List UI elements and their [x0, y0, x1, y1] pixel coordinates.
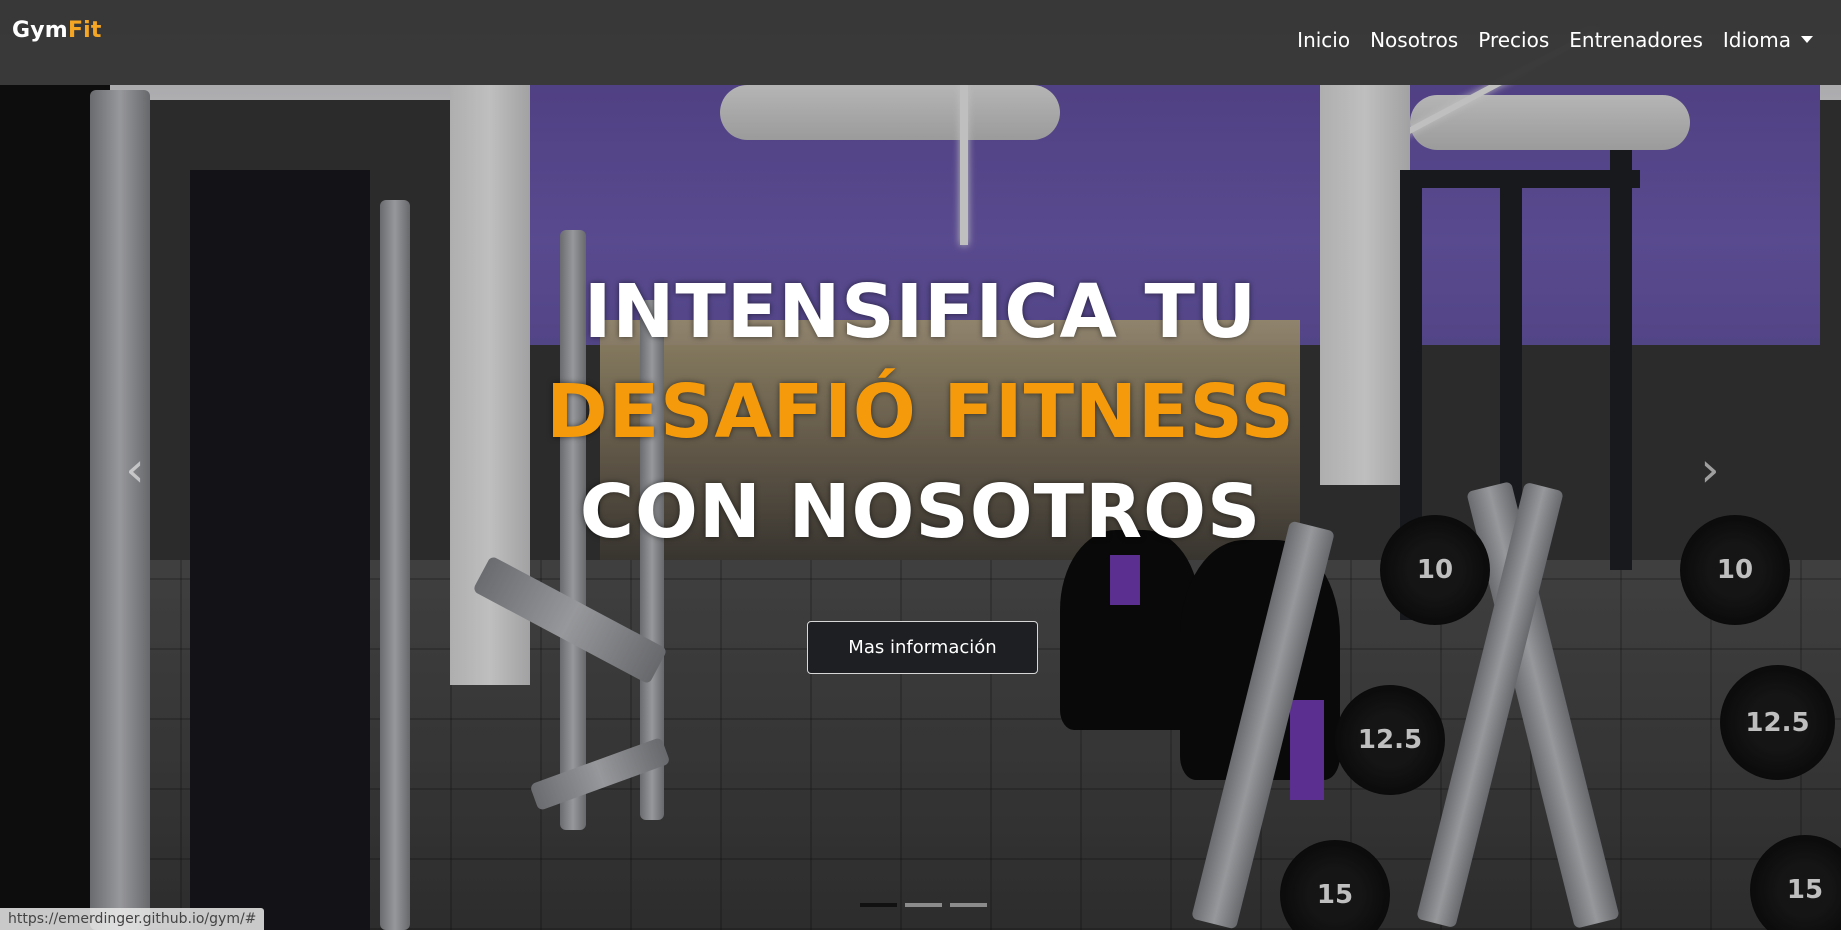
brand-main-text: Gym [12, 18, 68, 43]
nav-link-inicio[interactable]: Inicio [1287, 28, 1360, 52]
nav-link-precios[interactable]: Precios [1468, 28, 1559, 52]
carousel-prev-icon[interactable]: ‹ [110, 440, 160, 500]
carousel-next-icon[interactable]: › [1685, 440, 1735, 500]
headline-line-2: DESAFIÓ FITNESS [546, 369, 1295, 455]
nav-links: Inicio Nosotros Precios Entrenadores Idi… [1287, 28, 1823, 52]
carousel-indicators [860, 903, 987, 907]
carousel-indicator-1[interactable] [860, 903, 897, 907]
carousel-indicator-2[interactable] [905, 903, 942, 907]
carousel-indicator-3[interactable] [950, 903, 987, 907]
headline-line-3: CON NOSOTROS [579, 469, 1262, 555]
more-info-button[interactable]: Mas información [807, 621, 1038, 674]
brand-logo[interactable]: GymFit [12, 18, 102, 43]
headline-line-1: INTENSIFICA TU [583, 269, 1258, 355]
nav-link-entrenadores[interactable]: Entrenadores [1559, 28, 1713, 52]
hero-headline: INTENSIFICA TU DESAFIÓ FITNESS CON NOSOT… [0, 262, 1841, 562]
nav-link-nosotros[interactable]: Nosotros [1360, 28, 1468, 52]
top-navbar: GymFit Inicio Nosotros Precios Entrenado… [0, 0, 1841, 85]
brand-accent-text: Fit [67, 18, 102, 43]
status-bar-url: https://emerdinger.github.io/gym/# [0, 908, 265, 930]
nav-dropdown-idioma[interactable]: Idioma [1713, 28, 1823, 52]
